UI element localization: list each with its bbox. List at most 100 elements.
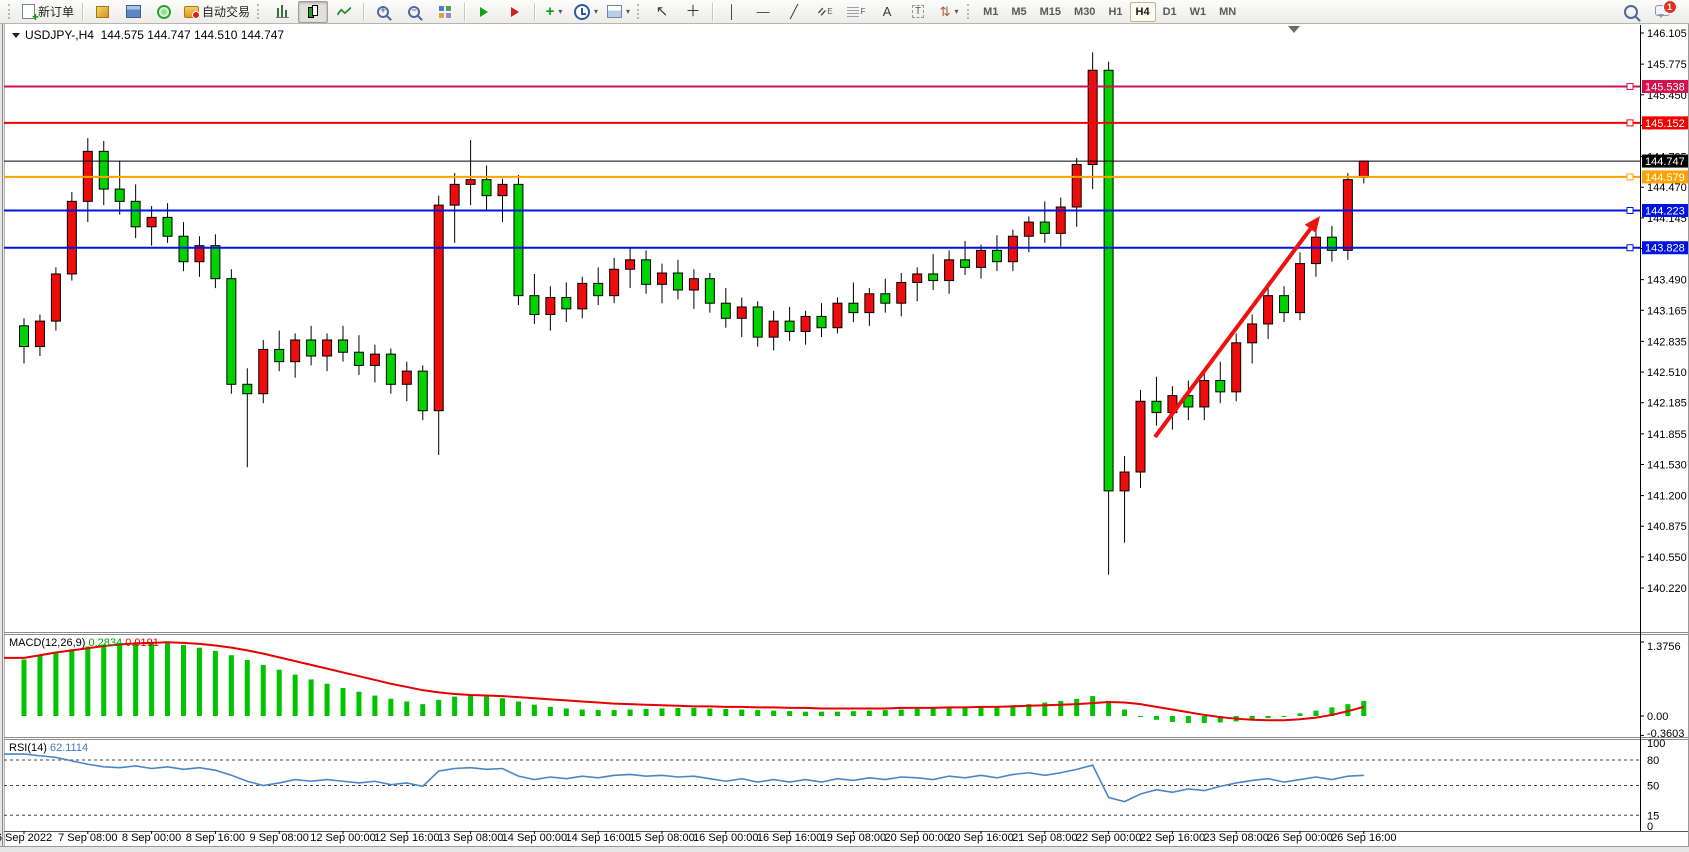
chart-header: USDJPY-,H4 144.575 144.747 144.510 144.7… — [12, 28, 284, 42]
candle-body — [865, 294, 874, 313]
macd-histogram-bar — [484, 696, 489, 716]
vertical-line-button[interactable]: │ — [717, 1, 747, 23]
line-handle[interactable] — [1627, 245, 1633, 251]
candle-body — [1264, 296, 1273, 324]
macd-histogram-bar — [1154, 716, 1159, 720]
cursor-button[interactable]: ↖ — [647, 1, 677, 23]
price-tick-label: 143.490 — [1647, 275, 1687, 287]
candle-body — [434, 205, 443, 411]
notifications-button[interactable]: 1 — [1647, 1, 1677, 23]
macd-histogram-bar — [691, 708, 696, 716]
line-handle[interactable] — [1627, 174, 1633, 180]
auto-trading-button[interactable]: 自动交易 — [180, 1, 254, 23]
macd-histogram-bar — [1186, 716, 1191, 723]
macd-histogram-bar — [532, 705, 537, 716]
chart-shift-button[interactable] — [500, 1, 530, 23]
auto-scroll-icon — [480, 7, 488, 17]
timeframe-w1[interactable]: W1 — [1184, 2, 1213, 22]
fibonacci-button[interactable]: F — [841, 1, 871, 23]
line-handle[interactable] — [1627, 120, 1633, 126]
bar-chart-icon — [276, 5, 289, 18]
macd-histogram-bar — [452, 697, 457, 716]
candle-body — [801, 316, 810, 331]
notification-badge: 1 — [1663, 0, 1677, 14]
candle-body — [1359, 161, 1368, 177]
macd-histogram-bar — [899, 710, 904, 716]
timeframe-m1[interactable]: M1 — [977, 2, 1004, 22]
text-button[interactable]: A — [872, 1, 902, 23]
candlestick-chart-button[interactable] — [298, 1, 328, 23]
candle-body — [546, 298, 555, 315]
new-chart-button[interactable] — [118, 1, 148, 23]
timeframe-m30[interactable]: M30 — [1068, 2, 1101, 22]
macd-histogram-bar — [739, 710, 744, 716]
toolbar-grip[interactable] — [257, 4, 262, 19]
time-label: 23 Sep 08:00 — [1203, 832, 1268, 844]
candle-body — [705, 279, 714, 304]
chevron-down-icon: ▾ — [594, 7, 598, 16]
line-handle[interactable] — [1627, 207, 1633, 213]
channel-button[interactable]: =E — [810, 1, 840, 23]
candle-body — [20, 326, 29, 347]
price-tick-label: 146.105 — [1647, 28, 1687, 40]
templates-button[interactable]: ▾ — [603, 1, 634, 23]
macd-histogram-bar — [851, 711, 856, 716]
time-label: 13 Sep 08:00 — [438, 832, 503, 844]
trendline-button[interactable]: ╱ — [779, 1, 809, 23]
toolbar-separator — [363, 3, 364, 21]
macd-histogram-bar — [915, 709, 920, 716]
toolbar-grip[interactable] — [8, 4, 13, 19]
candle-body — [1024, 222, 1033, 236]
macd-histogram-bar — [1298, 713, 1303, 716]
line-chart-button[interactable] — [329, 1, 359, 23]
macd-histogram-bar — [117, 643, 122, 716]
time-label: 16 Sep 00:00 — [693, 832, 758, 844]
macd-axis-label: 1.3756 — [1647, 641, 1681, 653]
macd-histogram-bar — [133, 642, 138, 716]
timeframe-h4[interactable]: H4 — [1130, 2, 1156, 22]
symbol-title: USDJPY-,H4 — [25, 28, 94, 42]
line-handle[interactable] — [1627, 83, 1633, 89]
toolbar-grip[interactable] — [637, 4, 642, 19]
auto-scroll-button[interactable] — [469, 1, 499, 23]
macd-histogram-bar — [1361, 701, 1366, 716]
signals-button[interactable] — [149, 1, 179, 23]
text-icon: A — [883, 4, 892, 20]
chart-profile-button[interactable] — [87, 1, 117, 23]
candle-body — [817, 316, 826, 327]
toolbar-grip[interactable] — [967, 4, 972, 19]
timeframe-h1[interactable]: H1 — [1102, 2, 1128, 22]
candle-body — [961, 260, 970, 268]
indicators-button[interactable]: +▾ — [539, 1, 569, 23]
time-label: 26 Sep 00:00 — [1267, 832, 1332, 844]
fibonacci-sub-label: F — [861, 7, 866, 16]
chart-canvas[interactable]: 146.105145.775145.450145.125144.795144.4… — [0, 0, 1689, 852]
time-label: 12 Sep 00:00 — [310, 832, 375, 844]
macd-histogram-bar — [1170, 716, 1175, 722]
tile-windows-button[interactable] — [430, 1, 460, 23]
crosshair-button[interactable]: ＋ — [678, 1, 708, 23]
line-chart-icon — [337, 7, 351, 17]
horizontal-line-button[interactable]: — — [748, 1, 778, 23]
rsi-indicator-label: RSI(14) 62.1114 — [9, 742, 88, 754]
search-button[interactable] — [1616, 1, 1646, 23]
candle-body — [482, 180, 491, 196]
zoom-out-button[interactable]: − — [399, 1, 429, 23]
time-label: 14 Sep 00:00 — [502, 832, 567, 844]
candle-body — [115, 189, 124, 201]
ohlc-values: 144.575 144.747 144.510 144.747 — [101, 28, 285, 42]
macd-histogram-bar — [388, 699, 393, 716]
new-order-button[interactable]: 新订单 — [18, 1, 78, 23]
periods-button[interactable]: ▾ — [570, 1, 602, 23]
candle-body — [307, 340, 316, 356]
candle-body — [243, 384, 252, 393]
text-label-button[interactable]: T — [903, 1, 933, 23]
arrows-button[interactable]: ⇅▾ — [934, 1, 964, 23]
timeframe-mn[interactable]: MN — [1213, 2, 1242, 22]
timeframe-m15[interactable]: M15 — [1034, 2, 1067, 22]
timeframe-m5[interactable]: M5 — [1005, 2, 1032, 22]
zoom-in-button[interactable]: + — [368, 1, 398, 23]
bar-chart-button[interactable] — [267, 1, 297, 23]
chart-collapse-icon[interactable] — [12, 33, 20, 38]
timeframe-d1[interactable]: D1 — [1157, 2, 1183, 22]
